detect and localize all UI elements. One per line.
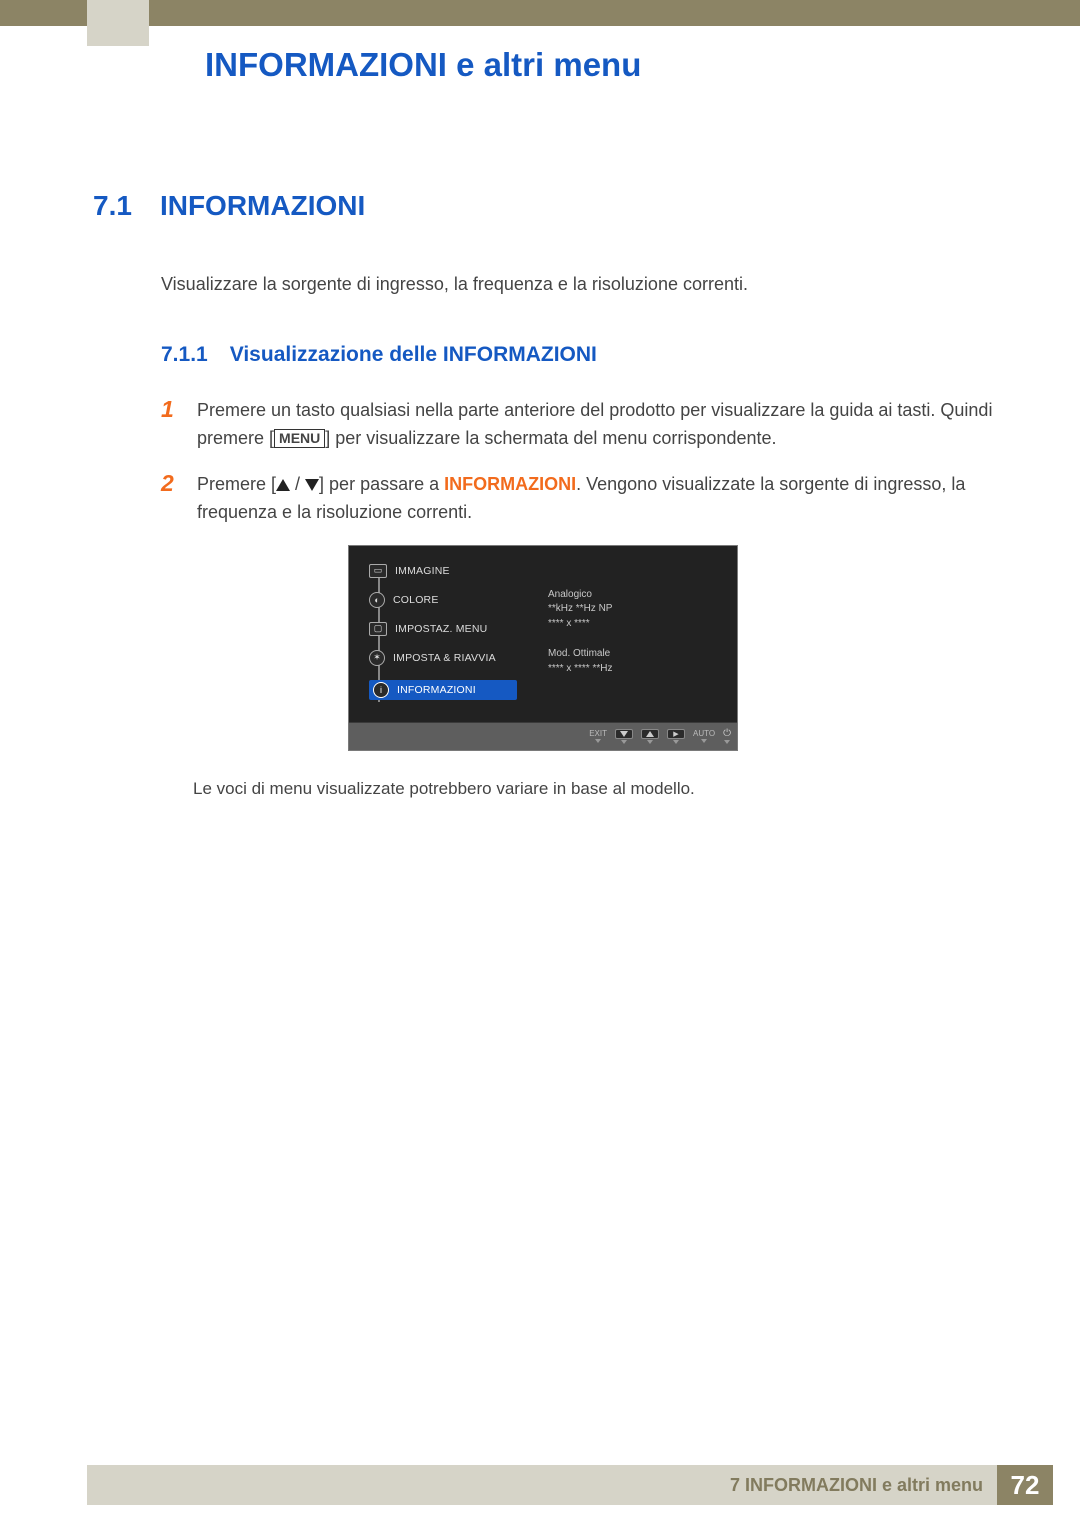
down-arrow-icon bbox=[305, 479, 319, 491]
down-marker-icon bbox=[724, 740, 730, 744]
step1-post: ] per visualizzare la schermata del menu… bbox=[325, 428, 776, 448]
osd-screenshot: ▭ IMMAGINE ◐ COLORE ▢ IMPOSTAZ. MENU ✶ I… bbox=[348, 545, 738, 751]
osd-item-immagine: ▭ IMMAGINE bbox=[369, 564, 517, 578]
osd-footer-exit: EXIT bbox=[589, 729, 607, 743]
osd-info-line: **** x **** bbox=[548, 617, 723, 632]
osd-label-colore: COLORE bbox=[393, 594, 439, 606]
chapter-title: INFORMAZIONI e altri menu bbox=[205, 46, 641, 84]
osd-item-impostaz-menu: ▢ IMPOSTAZ. MENU bbox=[369, 622, 517, 636]
up-key-icon bbox=[641, 729, 659, 739]
osd-footer-auto: AUTO bbox=[693, 729, 715, 743]
up-arrow-icon bbox=[276, 479, 290, 491]
step2-mid: ] per passare a bbox=[319, 474, 444, 494]
osd-footer-up bbox=[641, 729, 659, 744]
osd-footer: EXIT ▶ AUTO ⏻ bbox=[349, 722, 737, 750]
footer-chapter-text: 7 INFORMAZIONI e altri menu bbox=[730, 1475, 983, 1496]
subsection-number: 7.1.1 bbox=[161, 343, 208, 367]
gear-icon: ✶ bbox=[369, 650, 385, 666]
power-icon: ⏻ bbox=[723, 728, 731, 739]
picture-icon: ▭ bbox=[369, 564, 387, 578]
subsection-heading: 7.1.1 Visualizzazione delle INFORMAZIONI bbox=[161, 343, 993, 367]
step-2: 2 Premere [ / ] per passare a INFORMAZIO… bbox=[161, 471, 993, 527]
osd-footer-label-exit: EXIT bbox=[589, 729, 607, 738]
osd-label-impostaz-menu: IMPOSTAZ. MENU bbox=[395, 623, 487, 635]
osd-info-line: **** x **** **Hz bbox=[548, 662, 723, 677]
osd-label-imposta-riavvia: IMPOSTA & RIAVVIA bbox=[393, 652, 496, 664]
osd-footer-down bbox=[615, 729, 633, 744]
osd-info-line: Analogico bbox=[548, 588, 723, 603]
page-footer: 7 INFORMAZIONI e altri menu 72 bbox=[87, 1465, 1053, 1505]
osd-body: ▭ IMMAGINE ◐ COLORE ▢ IMPOSTAZ. MENU ✶ I… bbox=[349, 546, 737, 722]
down-marker-icon bbox=[647, 740, 653, 744]
monitor-icon: ▢ bbox=[369, 622, 387, 636]
header-bar bbox=[0, 0, 1080, 26]
step-1: 1 Premere un tasto qualsiasi nella parte… bbox=[161, 397, 993, 453]
step-number: 2 bbox=[161, 471, 181, 527]
play-key-icon: ▶ bbox=[667, 729, 685, 739]
header-corner-accent bbox=[87, 0, 149, 46]
osd-label-informazioni: INFORMAZIONI bbox=[397, 684, 476, 696]
subsection-title: Visualizzazione delle INFORMAZIONI bbox=[230, 343, 597, 367]
osd-info-line: Mod. Ottimale bbox=[548, 647, 723, 662]
osd-menu-tree: ▭ IMMAGINE ◐ COLORE ▢ IMPOSTAZ. MENU ✶ I… bbox=[363, 564, 518, 714]
down-marker-icon bbox=[673, 740, 679, 744]
info-icon: i bbox=[373, 682, 389, 698]
osd-info-line: **kHz **Hz NP bbox=[548, 602, 723, 617]
section-heading: 7.1 INFORMAZIONI bbox=[93, 190, 993, 222]
osd-item-informazioni-selected: i INFORMAZIONI bbox=[369, 680, 517, 700]
section-title: INFORMAZIONI bbox=[160, 190, 365, 222]
down-key-icon bbox=[615, 729, 633, 739]
section-number: 7.1 bbox=[93, 190, 132, 222]
step-number: 1 bbox=[161, 397, 181, 453]
osd-info-block-1: Analogico **kHz **Hz NP **** x **** bbox=[548, 588, 723, 632]
step-text: Premere [ / ] per passare a INFORMAZIONI… bbox=[197, 471, 993, 527]
down-marker-icon bbox=[595, 739, 601, 743]
informazioni-keyword: INFORMAZIONI bbox=[444, 474, 576, 494]
main-content: 7.1 INFORMAZIONI Visualizzare la sorgent… bbox=[93, 190, 993, 799]
footer-page-number: 72 bbox=[997, 1465, 1053, 1505]
chapter-title-area: INFORMAZIONI e altri menu bbox=[205, 46, 641, 84]
step-text: Premere un tasto qualsiasi nella parte a… bbox=[197, 397, 993, 453]
down-marker-icon bbox=[621, 740, 627, 744]
palette-icon: ◐ bbox=[369, 592, 385, 608]
note-text: Le voci di menu visualizzate potrebbero … bbox=[193, 779, 993, 799]
osd-item-imposta-riavvia: ✶ IMPOSTA & RIAVVIA bbox=[369, 650, 517, 666]
down-marker-icon bbox=[701, 739, 707, 743]
step2-pre: Premere [ bbox=[197, 474, 276, 494]
osd-footer-power: ⏻ bbox=[723, 728, 731, 744]
menu-key-icon: MENU bbox=[274, 429, 325, 448]
osd-footer-play: ▶ bbox=[667, 729, 685, 744]
osd-item-colore: ◐ COLORE bbox=[369, 592, 517, 608]
osd-info-panel: Analogico **kHz **Hz NP **** x **** Mod.… bbox=[518, 564, 723, 714]
osd-footer-label-auto: AUTO bbox=[693, 729, 715, 738]
intro-paragraph: Visualizzare la sorgente di ingresso, la… bbox=[161, 274, 993, 295]
osd-info-block-2: Mod. Ottimale **** x **** **Hz bbox=[548, 647, 723, 676]
osd-label-immagine: IMMAGINE bbox=[395, 565, 450, 577]
